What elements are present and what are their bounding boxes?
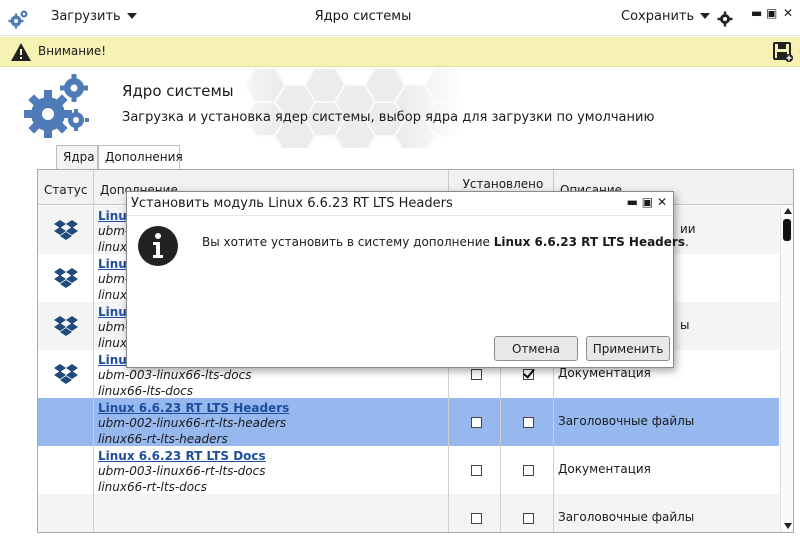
addon-module: linux	[98, 288, 127, 302]
addon-module: linux	[98, 240, 127, 254]
addon-description: Заголовочные файлы	[558, 414, 695, 428]
title-bar: Загрузить Ядро системы Сохранить ▬ ▣ ✕	[0, 0, 800, 36]
window-title: Ядро системы	[314, 9, 412, 24]
addon-name-link[interactable]: Linux 6.6.23 RT LTS Docs	[98, 449, 266, 463]
select-cell	[501, 494, 554, 532]
cancel-button[interactable]: Отмена	[494, 336, 578, 361]
select-cell	[501, 398, 554, 446]
package-icon	[54, 267, 78, 289]
minimize-button[interactable]: ▬	[751, 6, 762, 20]
scroll-down-icon[interactable]	[784, 523, 792, 529]
dialog-window-controls[interactable]: ▬ ▣ ✕	[627, 195, 667, 209]
select-cell	[501, 446, 554, 494]
floppy-save-icon[interactable]	[772, 41, 794, 63]
addon-module: linux66-rt-lts-docs	[98, 480, 207, 494]
package-icon	[54, 363, 78, 385]
dialog-message-addon: Linux 6.6.23 RT LTS Headers	[493, 235, 685, 249]
installed-checkbox[interactable]	[471, 513, 482, 524]
select-checkbox[interactable]	[523, 513, 534, 524]
status-cell	[38, 398, 94, 446]
warning-icon	[11, 43, 31, 61]
scroll-up-icon[interactable]	[784, 208, 792, 214]
addon-module: linux66-lts-docs	[98, 384, 194, 398]
addon-cell: Linux 6.6.23 RT LTS Headers ubm-002-linux…	[94, 398, 449, 446]
page-subtitle: Загрузка и установка ядер системы, выбор…	[122, 110, 655, 125]
column-status[interactable]: Статус	[38, 170, 94, 205]
status-cell	[38, 494, 94, 532]
settings-gear-icon[interactable]	[717, 11, 733, 27]
table-row[interactable]: Linux 6.6.23 RT LTS Docs ubm-003-linux66-…	[38, 446, 779, 494]
addon-cell	[94, 494, 449, 532]
installed-cell	[449, 494, 501, 532]
addon-description-partial: ии	[680, 222, 696, 236]
install-dialog: Установить модуль Linux 6.6.23 RT LTS He…	[126, 191, 689, 368]
maximize-button[interactable]: ▣	[766, 6, 777, 20]
status-cell	[38, 302, 94, 350]
status-cell	[38, 254, 94, 302]
addon-package: ubm-003-linux66-rt-lts-docs	[98, 464, 266, 478]
description-cell: Документация	[554, 446, 779, 494]
dialog-title: Установить модуль Linux 6.6.23 RT LTS He…	[131, 196, 453, 211]
addon-package: ubm-003-linux66-lts-docs	[98, 368, 252, 382]
apply-button[interactable]: Применить	[586, 336, 670, 361]
addon-description: Документация	[558, 366, 651, 380]
close-button[interactable]: ✕	[783, 6, 793, 20]
installed-checkbox[interactable]	[471, 417, 482, 428]
addon-package: ubm-	[98, 224, 130, 238]
select-checkbox[interactable]	[523, 465, 534, 476]
warning-bar: Внимание!	[0, 37, 800, 67]
header-banner: Ядро системы Загрузка и установка ядер с…	[0, 68, 800, 148]
dialog-message-suffix: .	[684, 235, 689, 249]
package-icon	[54, 315, 78, 337]
installed-checkbox[interactable]	[471, 369, 482, 380]
installed-cell	[449, 398, 501, 446]
addon-module: linux66-rt-lts-headers	[98, 432, 228, 446]
tab-addons[interactable]: Дополнения	[98, 145, 183, 170]
addon-package: ubm-	[98, 320, 130, 334]
status-cell	[38, 446, 94, 494]
addon-description: Заголовочные файлы	[558, 510, 695, 524]
dialog-message-prefix: Вы хотите установить в систему дополнени…	[202, 235, 494, 249]
table-row[interactable]: Заголовочные файлы	[38, 494, 779, 532]
addon-package: ubm-002-linux66-rt-lts-headers	[98, 416, 287, 430]
status-cell	[38, 350, 94, 398]
description-cell: Заголовочные файлы	[554, 494, 779, 532]
addon-cell: Linux 6.6.23 RT LTS Docs ubm-003-linux66-…	[94, 446, 449, 494]
warning-text: Внимание!	[38, 44, 107, 58]
vertical-scrollbar[interactable]	[780, 206, 793, 532]
hexagon-background	[215, 68, 465, 148]
addon-name-link[interactable]: Linux 6.6.23 RT LTS Headers	[98, 401, 289, 415]
info-icon	[138, 226, 178, 266]
chevron-down-icon	[700, 12, 711, 19]
save-menu-button[interactable]: Сохранить	[621, 9, 711, 24]
installed-cell	[449, 446, 501, 494]
select-checkbox[interactable]	[523, 369, 534, 380]
select-checkbox[interactable]	[523, 417, 534, 428]
description-cell: Заголовочные файлы	[554, 398, 779, 446]
page-title: Ядро системы	[122, 82, 234, 100]
addon-module: linux	[98, 336, 127, 350]
package-icon	[54, 219, 78, 241]
dialog-divider	[127, 215, 673, 216]
table-row[interactable]: Linux 6.6.23 RT LTS Headers ubm-002-linux…	[38, 398, 779, 446]
system-gears-icon	[24, 74, 89, 138]
addon-description: Документация	[558, 462, 651, 476]
addon-package: ubm-	[98, 272, 130, 286]
status-cell	[38, 206, 94, 254]
dialog-message: Вы хотите установить в систему дополнени…	[202, 235, 689, 249]
tab-kernels[interactable]: Ядра	[56, 145, 98, 169]
scroll-thumb[interactable]	[783, 219, 791, 241]
installed-checkbox[interactable]	[471, 465, 482, 476]
save-menu-label: Сохранить	[621, 9, 695, 24]
addon-description-partial: ы	[680, 318, 690, 332]
